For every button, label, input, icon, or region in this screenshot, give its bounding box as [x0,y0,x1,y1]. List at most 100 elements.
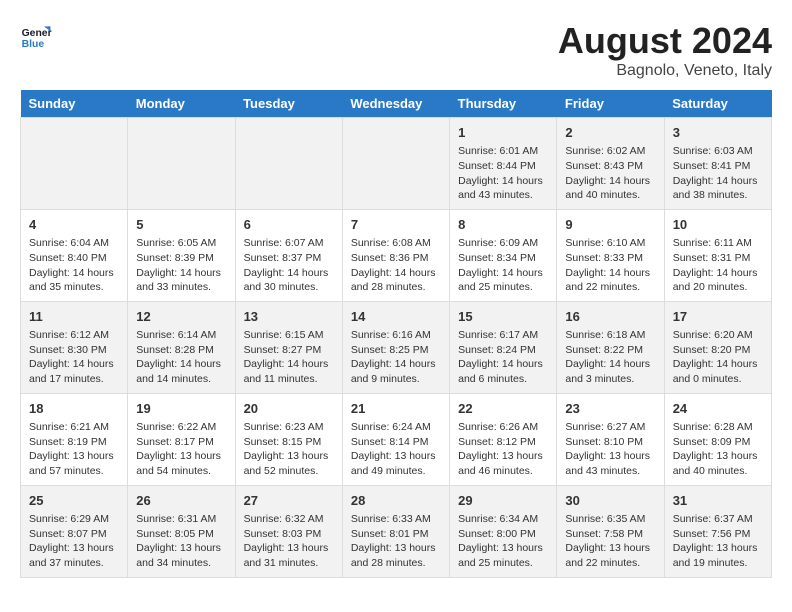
cell-content-line-2: Daylight: 14 hours [673,357,763,372]
header-tuesday: Tuesday [235,90,342,118]
cell-week1-day4: 1Sunrise: 6:01 AMSunset: 8:44 PMDaylight… [450,118,557,210]
calendar-header: Sunday Monday Tuesday Wednesday Thursday… [21,90,772,118]
cell-content-line-0: Sunrise: 6:31 AM [136,512,226,527]
cell-week1-day3 [342,118,449,210]
cell-content-line-3: and 46 minutes. [458,464,548,479]
cell-content-line-1: Sunset: 8:33 PM [565,251,655,266]
header-friday: Friday [557,90,664,118]
header-monday: Monday [128,90,235,118]
cell-content-line-2: Daylight: 13 hours [29,541,119,556]
cell-content-line-3: and 9 minutes. [351,372,441,387]
cell-content-line-0: Sunrise: 6:26 AM [458,420,548,435]
day-number: 22 [458,400,548,418]
cell-week5-day2: 27Sunrise: 6:32 AMSunset: 8:03 PMDayligh… [235,485,342,577]
cell-content-line-1: Sunset: 8:05 PM [136,527,226,542]
cell-week3-day6: 17Sunrise: 6:20 AMSunset: 8:20 PMDayligh… [664,301,771,393]
cell-content-line-3: and 40 minutes. [673,464,763,479]
day-number: 26 [136,492,226,510]
cell-content-line-1: Sunset: 8:24 PM [458,343,548,358]
cell-week5-day1: 26Sunrise: 6:31 AMSunset: 8:05 PMDayligh… [128,485,235,577]
cell-content-line-0: Sunrise: 6:21 AM [29,420,119,435]
cell-content-line-1: Sunset: 8:34 PM [458,251,548,266]
cell-content-line-3: and 34 minutes. [136,556,226,571]
cell-content-line-2: Daylight: 14 hours [565,357,655,372]
cell-content-line-3: and 22 minutes. [565,556,655,571]
day-number: 1 [458,124,548,142]
header-row: Sunday Monday Tuesday Wednesday Thursday… [21,90,772,118]
day-number: 3 [673,124,763,142]
cell-content-line-0: Sunrise: 6:12 AM [29,328,119,343]
cell-content-line-1: Sunset: 8:03 PM [244,527,334,542]
header-thursday: Thursday [450,90,557,118]
day-number: 18 [29,400,119,418]
cell-content-line-0: Sunrise: 6:28 AM [673,420,763,435]
month-title: August 2024 [558,20,772,62]
cell-content-line-0: Sunrise: 6:20 AM [673,328,763,343]
cell-content-line-3: and 57 minutes. [29,464,119,479]
cell-week5-day4: 29Sunrise: 6:34 AMSunset: 8:00 PMDayligh… [450,485,557,577]
cell-content-line-0: Sunrise: 6:35 AM [565,512,655,527]
cell-week4-day3: 21Sunrise: 6:24 AMSunset: 8:14 PMDayligh… [342,393,449,485]
day-number: 7 [351,216,441,234]
cell-week1-day1 [128,118,235,210]
cell-content-line-0: Sunrise: 6:15 AM [244,328,334,343]
week-row-5: 25Sunrise: 6:29 AMSunset: 8:07 PMDayligh… [21,485,772,577]
cell-content-line-3: and 19 minutes. [673,556,763,571]
cell-content-line-1: Sunset: 8:14 PM [351,435,441,450]
cell-content-line-2: Daylight: 14 hours [565,174,655,189]
cell-week4-day6: 24Sunrise: 6:28 AMSunset: 8:09 PMDayligh… [664,393,771,485]
cell-content-line-2: Daylight: 14 hours [351,357,441,372]
cell-content-line-0: Sunrise: 6:10 AM [565,236,655,251]
cell-content-line-2: Daylight: 13 hours [136,449,226,464]
cell-content-line-3: and 35 minutes. [29,280,119,295]
cell-content-line-3: and 22 minutes. [565,280,655,295]
cell-content-line-2: Daylight: 14 hours [458,266,548,281]
page-header: General Blue General Blue August 2024 Ba… [20,20,772,80]
cell-content-line-3: and 37 minutes. [29,556,119,571]
title-block: August 2024 Bagnolo, Veneto, Italy [558,20,772,80]
cell-week3-day5: 16Sunrise: 6:18 AMSunset: 8:22 PMDayligh… [557,301,664,393]
cell-content-line-2: Daylight: 13 hours [244,541,334,556]
cell-content-line-1: Sunset: 8:40 PM [29,251,119,266]
day-number: 13 [244,308,334,326]
cell-content-line-3: and 30 minutes. [244,280,334,295]
day-number: 29 [458,492,548,510]
cell-week5-day3: 28Sunrise: 6:33 AMSunset: 8:01 PMDayligh… [342,485,449,577]
cell-week3-day0: 11Sunrise: 6:12 AMSunset: 8:30 PMDayligh… [21,301,128,393]
cell-content-line-2: Daylight: 14 hours [673,266,763,281]
cell-content-line-0: Sunrise: 6:08 AM [351,236,441,251]
day-number: 20 [244,400,334,418]
cell-content-line-1: Sunset: 8:39 PM [136,251,226,266]
cell-content-line-1: Sunset: 8:44 PM [458,159,548,174]
cell-content-line-0: Sunrise: 6:29 AM [29,512,119,527]
cell-content-line-0: Sunrise: 6:02 AM [565,144,655,159]
cell-content-line-1: Sunset: 8:10 PM [565,435,655,450]
cell-content-line-2: Daylight: 13 hours [673,449,763,464]
cell-content-line-1: Sunset: 8:19 PM [29,435,119,450]
cell-week5-day0: 25Sunrise: 6:29 AMSunset: 8:07 PMDayligh… [21,485,128,577]
cell-content-line-2: Daylight: 14 hours [351,266,441,281]
cell-content-line-1: Sunset: 8:31 PM [673,251,763,266]
cell-week2-day1: 5Sunrise: 6:05 AMSunset: 8:39 PMDaylight… [128,209,235,301]
cell-content-line-0: Sunrise: 6:16 AM [351,328,441,343]
cell-content-line-0: Sunrise: 6:09 AM [458,236,548,251]
cell-content-line-0: Sunrise: 6:17 AM [458,328,548,343]
cell-content-line-3: and 40 minutes. [565,188,655,203]
cell-content-line-3: and 17 minutes. [29,372,119,387]
cell-content-line-1: Sunset: 8:37 PM [244,251,334,266]
cell-content-line-3: and 25 minutes. [458,556,548,571]
cell-content-line-0: Sunrise: 6:18 AM [565,328,655,343]
cell-content-line-3: and 28 minutes. [351,280,441,295]
day-number: 4 [29,216,119,234]
cell-week1-day2 [235,118,342,210]
cell-content-line-0: Sunrise: 6:01 AM [458,144,548,159]
week-row-1: 1 Sunrise: 6:01 AMSunset: 8:44 PM Daylight… [21,118,772,210]
cell-content-line-2: Daylight: 13 hours [673,541,763,556]
logo-icon: General Blue [20,20,52,52]
cell-week2-day4: 8Sunrise: 6:09 AMSunset: 8:34 PMDaylight… [450,209,557,301]
day-number: 5 [136,216,226,234]
cell-content-line-2: Daylight: 14 hours [458,357,548,372]
day-number: 31 [673,492,763,510]
cell-content-line-2: Daylight: 14 hours [136,266,226,281]
cell-content-line-2: Daylight: 13 hours [565,541,655,556]
